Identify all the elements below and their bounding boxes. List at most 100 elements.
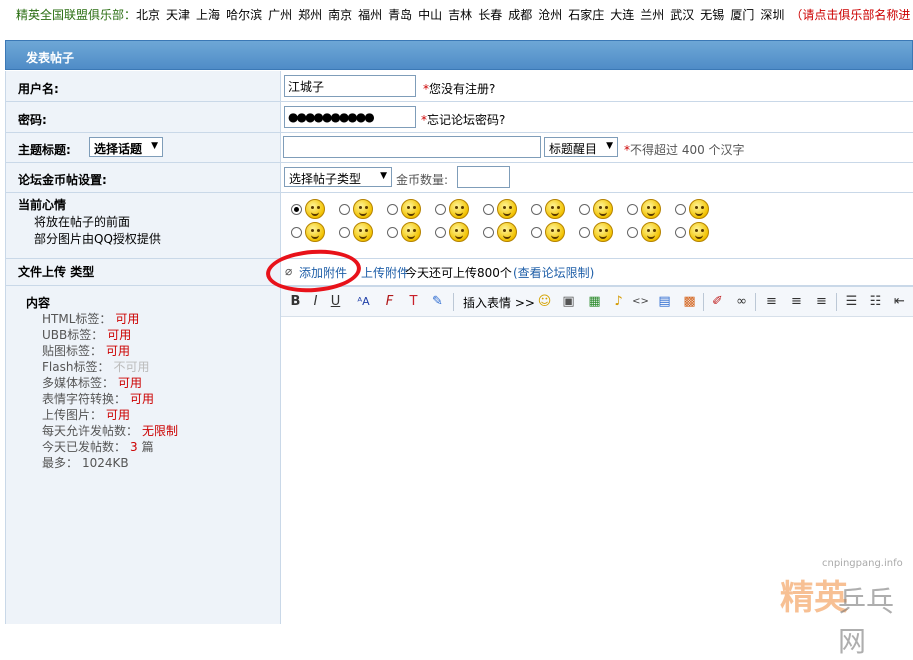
mood-radio[interactable]	[579, 227, 590, 238]
italic-icon[interactable]: I	[307, 293, 324, 310]
mood-option[interactable]	[627, 199, 675, 221]
mood-option[interactable]	[483, 199, 531, 221]
mood-option[interactable]	[387, 222, 435, 244]
upload-attachment-link[interactable]: 上传附件	[361, 264, 409, 281]
mood-option[interactable]	[291, 222, 339, 244]
mood-radio[interactable]	[339, 227, 350, 238]
mood-radio[interactable]	[627, 204, 638, 215]
mood-option[interactable]	[627, 222, 675, 244]
club-city-link[interactable]: 长春	[478, 8, 502, 22]
forgot-password-link[interactable]: *忘记论坛密码?	[421, 111, 505, 128]
forum-limit-link[interactable]: (查看论坛限制)	[513, 264, 594, 281]
coin-amount-input[interactable]	[457, 166, 510, 188]
subject-input[interactable]	[283, 136, 541, 158]
insert-emoji-button[interactable]: 插入表情 >>	[463, 294, 535, 311]
permission-value: 可用	[106, 344, 131, 358]
club-city-link[interactable]: 兰州	[640, 8, 664, 22]
align-right-icon[interactable]: ≡	[813, 293, 830, 310]
club-city-link[interactable]: 厦门	[730, 8, 754, 22]
mood-radio[interactable]	[483, 227, 494, 238]
outdent-icon[interactable]: ⇤	[891, 293, 908, 310]
club-city-link[interactable]: 成都	[508, 8, 532, 22]
username-input[interactable]	[284, 75, 416, 97]
club-city-link[interactable]: 中山	[418, 8, 442, 22]
mood-option[interactable]	[675, 222, 723, 244]
mood-radio[interactable]	[291, 227, 302, 238]
mood-option[interactable]	[339, 199, 387, 221]
link-icon[interactable]: ∞	[733, 293, 750, 310]
club-city-link[interactable]: 沧州	[538, 8, 562, 22]
mood-option[interactable]	[291, 199, 339, 221]
clear-format-icon[interactable]: ✐	[709, 293, 726, 310]
mood-radio[interactable]	[627, 227, 638, 238]
mood-radio[interactable]	[579, 204, 590, 215]
mood-radio[interactable]	[435, 227, 446, 238]
text-color-icon[interactable]: T	[405, 293, 422, 310]
club-city-link[interactable]: 无锡	[700, 8, 724, 22]
mood-radio[interactable]	[675, 204, 686, 215]
mood-radio[interactable]	[339, 204, 350, 215]
password-input[interactable]	[284, 106, 416, 128]
unordered-list-icon[interactable]: ☷	[867, 293, 884, 310]
topic-select[interactable]: 选择话题 ▼	[89, 137, 163, 157]
club-city-link[interactable]: 青岛	[388, 8, 412, 22]
bold-icon[interactable]: B	[287, 293, 304, 310]
club-city-link[interactable]: 福州	[358, 8, 382, 22]
club-city-link[interactable]: 广州	[268, 8, 292, 22]
watermark-brand-name: 乒乓网	[838, 585, 895, 658]
mood-radio[interactable]	[675, 227, 686, 238]
club-city-link[interactable]: 上海	[196, 8, 220, 22]
smiley-icon[interactable]: ☺	[536, 293, 553, 310]
font-face-icon[interactable]: F	[381, 293, 398, 310]
club-city-link[interactable]: 南京	[328, 8, 352, 22]
mood-radio[interactable]	[435, 204, 446, 215]
mood-option[interactable]	[387, 199, 435, 221]
mood-option[interactable]	[435, 222, 483, 244]
register-link[interactable]: *您没有注册?	[423, 80, 495, 97]
mood-radio[interactable]	[387, 204, 398, 215]
mood-option[interactable]	[675, 199, 723, 221]
club-city-link[interactable]: 郑州	[298, 8, 322, 22]
permission-suffix: 篇	[141, 440, 154, 454]
music-icon[interactable]: ♪	[610, 293, 627, 310]
mood-option[interactable]	[531, 222, 579, 244]
mood-option[interactable]	[579, 222, 627, 244]
club-city-link[interactable]: 北京	[136, 8, 160, 22]
club-nav-label: 精英全国联盟俱乐部：	[16, 8, 137, 22]
align-left-icon[interactable]: ≡	[763, 293, 780, 310]
title-style-select[interactable]: 标题醒目 ▼	[544, 137, 618, 157]
mood-option[interactable]	[339, 222, 387, 244]
font-size-icon[interactable]: ᴬA	[355, 293, 372, 310]
underline-icon[interactable]: U	[327, 293, 344, 310]
media-icon[interactable]: ▣	[560, 293, 577, 310]
emoticon-icon	[545, 199, 565, 219]
permission-item: 多媒体标签： 可用	[42, 374, 142, 391]
content-title: 内容	[26, 296, 51, 310]
mood-radio[interactable]	[387, 227, 398, 238]
mood-radio[interactable]	[483, 204, 494, 215]
club-city-link[interactable]: 哈尔滨	[226, 8, 262, 22]
table-icon[interactable]: ▩	[681, 293, 698, 310]
club-city-link[interactable]: 大连	[610, 8, 634, 22]
highlight-pen-icon[interactable]: ✎	[429, 293, 446, 310]
club-city-link[interactable]: 深圳	[760, 8, 784, 22]
insert-doc-icon[interactable]: ▤	[656, 293, 673, 310]
ordered-list-icon[interactable]: ☰	[843, 293, 860, 310]
code-icon[interactable]: <>	[632, 293, 649, 310]
mood-radio[interactable]	[531, 204, 542, 215]
align-center-icon[interactable]: ≡	[788, 293, 805, 310]
subject-row: 主题标题: 选择话题 ▼ 标题醒目 ▼ *不得超过 400 个汉字	[5, 133, 913, 163]
mood-option[interactable]	[483, 222, 531, 244]
mood-radio[interactable]	[531, 227, 542, 238]
club-city-link[interactable]: 吉林	[448, 8, 472, 22]
club-city-link[interactable]: 天津	[166, 8, 190, 22]
upload-label-cell: 文件上传 类型	[5, 259, 281, 285]
image-icon[interactable]: ▦	[586, 293, 603, 310]
mood-option[interactable]	[435, 199, 483, 221]
mood-option[interactable]	[579, 199, 627, 221]
mood-option[interactable]	[531, 199, 579, 221]
club-city-link[interactable]: 武汉	[670, 8, 694, 22]
mood-radio[interactable]	[291, 204, 302, 215]
club-city-link[interactable]: 石家庄	[568, 8, 604, 22]
post-type-select[interactable]: 选择帖子类型 ▼	[284, 167, 392, 187]
